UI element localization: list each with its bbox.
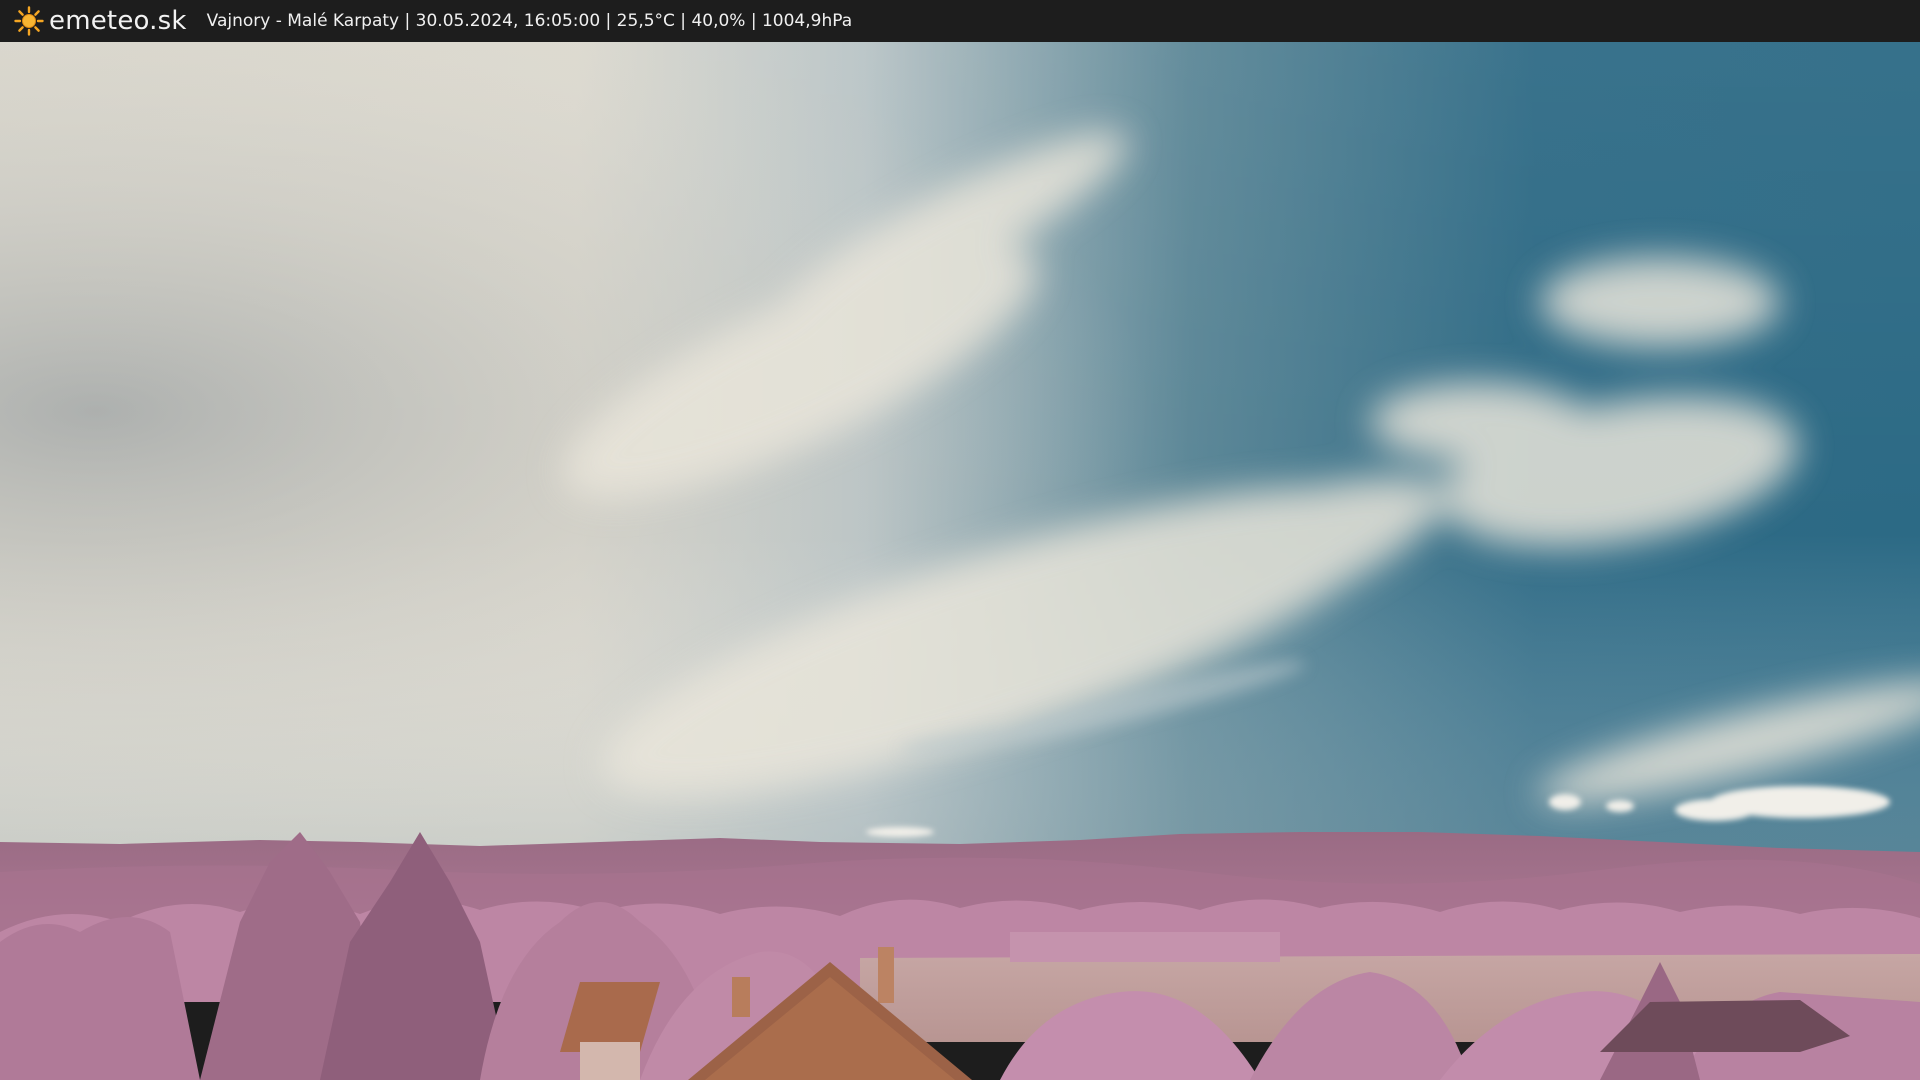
sun-icon: [14, 6, 44, 36]
logo[interactable]: emeteo.sk: [14, 0, 187, 42]
caption-bar: emeteo.sk Vajnory - Malé Karpaty | 30.05…: [0, 0, 1920, 42]
weather-caption: Vajnory - Malé Karpaty | 30.05.2024, 16:…: [206, 11, 853, 31]
logo-text: emeteo.sk: [49, 6, 187, 36]
webcam-image: [0, 42, 1920, 1080]
webcam-page: emeteo.sk Vajnory - Malé Karpaty | 30.05…: [0, 0, 1920, 1080]
